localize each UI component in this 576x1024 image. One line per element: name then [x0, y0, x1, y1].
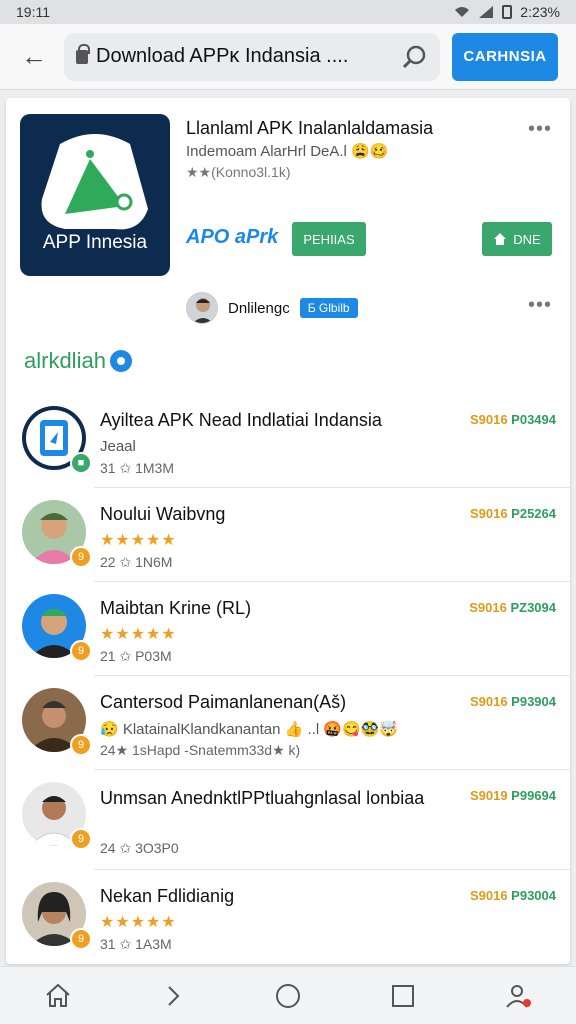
item-price: S9016 P25264 — [469, 506, 556, 521]
app-list: ■ Ayiltea APK Nead Indlatiai Indansia Je… — [6, 394, 570, 964]
gear-icon[interactable] — [109, 350, 132, 372]
rank-badge: 9 — [70, 828, 92, 850]
verified-badge-icon: ■ — [70, 452, 92, 474]
item-meta: 24★ 1sHapd -Snatemm33d★ k) — [100, 742, 301, 758]
app-icon[interactable]: APP Innesia — [20, 114, 170, 276]
author-avatar[interactable] — [186, 292, 218, 324]
star-rating: ★★★★★ — [100, 914, 177, 931]
author-name[interactable]: Dnlilengc — [228, 300, 290, 317]
search-icon[interactable] — [402, 44, 428, 70]
more-options-icon[interactable]: ••• — [528, 118, 552, 141]
item-price: S9016 P93004 — [469, 888, 556, 903]
install-button[interactable]: DNE — [482, 222, 552, 256]
install-button-label: DNE — [513, 231, 541, 247]
app-subtitle: Indemoam AlarHrl DeA.l 😩🥴 — [186, 143, 389, 160]
nav-home-icon[interactable] — [34, 972, 82, 1020]
item-meta: 31 ✩ 1M3M — [100, 460, 174, 476]
url-bar[interactable]: Download APPĸ Indansia .... — [64, 32, 440, 81]
item-meta: 21 ✩ P03M — [100, 648, 172, 664]
item-name: Maibtan Krine (RL) — [100, 598, 252, 618]
item-detail: Jeaal — [100, 438, 136, 455]
item-meta: 24 ✩ 3O3P0 — [100, 840, 179, 856]
list-item[interactable]: 9 Maibtan Krine (RL) ★★★★★ 21 ✩ P03M S90… — [22, 582, 570, 676]
item-price: S9016 P03494 — [469, 412, 556, 427]
nav-forward-icon[interactable] — [149, 972, 197, 1020]
list-item[interactable]: 9 Noului Waibvng ★★★★★ 22 ✩ 1N6M S9016 P… — [22, 488, 570, 582]
back-arrow-icon[interactable]: ← — [12, 35, 56, 79]
rank-badge: 9 — [70, 734, 92, 756]
item-meta: 31 ✩ 1A3M — [100, 936, 172, 952]
item-detail: 😥 KlatainalKlandkanantan 👍 ..l 🤬😋🥸🤯 — [100, 721, 399, 738]
section-title: alrkdliah — [24, 348, 132, 374]
item-name: Ayiltea APK Nead Indlatiai Indansia — [100, 410, 382, 430]
rank-badge: 9 — [70, 928, 92, 950]
secondary-green-button[interactable]: PEHIIAS — [292, 222, 366, 256]
list-item[interactable]: ■ Ayiltea APK Nead Indlatiai Indansia Je… — [22, 394, 570, 488]
rank-badge: 9 — [70, 546, 92, 568]
battery-icon — [502, 5, 513, 19]
url-text[interactable]: Download APPĸ Indansia .... — [96, 45, 394, 68]
app-rating: ★★(Konno3l.1k) — [186, 164, 291, 180]
item-price: S9019 P99694 — [469, 788, 556, 803]
app-title: Llanlaml APK Inalanlaldamasia — [186, 118, 434, 138]
app-card: APP Innesia Llanlaml APK Inalanlaldamasi… — [6, 98, 570, 964]
item-name: Nekan Fdlidianig — [100, 886, 235, 906]
item-meta: 22 ✩ 1N6M — [100, 554, 173, 570]
status-icons: 2:23% — [454, 4, 560, 20]
author-more-icon[interactable]: ••• — [528, 294, 552, 317]
list-item[interactable]: 9 Nekan Fdlidianig ★★★★★ 31 ✩ 1A3M S9016… — [22, 870, 570, 964]
signal-icon — [479, 6, 494, 18]
status-time: 19:11 — [16, 4, 50, 20]
item-price: S9016 P93904 — [469, 694, 556, 709]
item-name: Unmsan AnednktlPPtluahgnlasal lonbiaa — [100, 788, 425, 808]
bottom-navigation — [0, 966, 576, 1024]
list-item[interactable]: 9 Cantersod Paimanlanenan(Aš) 😥 Klataina… — [22, 676, 570, 770]
rank-badge: 9 — [70, 640, 92, 662]
status-bar: 19:11 2:23% — [0, 0, 576, 24]
home-icon — [494, 233, 507, 245]
nav-square-icon[interactable] — [379, 972, 427, 1020]
item-price: S9016 PZ3094 — [469, 600, 556, 615]
list-item[interactable]: 9 Unmsan AnednktlPPtluahgnlasal lonbiaa … — [22, 770, 570, 870]
browser-toolbar: ← Download APPĸ Indansia .... CARHNSIA — [0, 24, 576, 90]
section-title-text: alrkdliah — [24, 348, 106, 373]
author-tag[interactable]: Ƃ Glbilb — [299, 298, 358, 318]
item-name: Cantersod Paimanlanenan(Aš) — [100, 692, 347, 712]
author-row: Dnlilengc Ƃ Glbilb — [186, 292, 358, 324]
item-name: Noului Waibvng — [100, 504, 226, 524]
app-icon-label: APP Innesia — [42, 232, 148, 253]
header-action-button[interactable]: CARHNSIA — [452, 32, 558, 81]
developer-link[interactable]: APO aPrk — [186, 226, 278, 249]
wifi-icon — [455, 7, 470, 17]
nav-circle-icon[interactable] — [264, 972, 312, 1020]
nav-account-icon[interactable] — [494, 972, 542, 1020]
secondary-green-button-label: PEHIIAS — [303, 231, 355, 247]
lock-icon — [76, 43, 90, 64]
status-right-text: 2:23% — [520, 4, 560, 20]
star-rating: ★★★★★ — [100, 626, 177, 643]
star-rating: ★★★★★ — [100, 532, 177, 549]
